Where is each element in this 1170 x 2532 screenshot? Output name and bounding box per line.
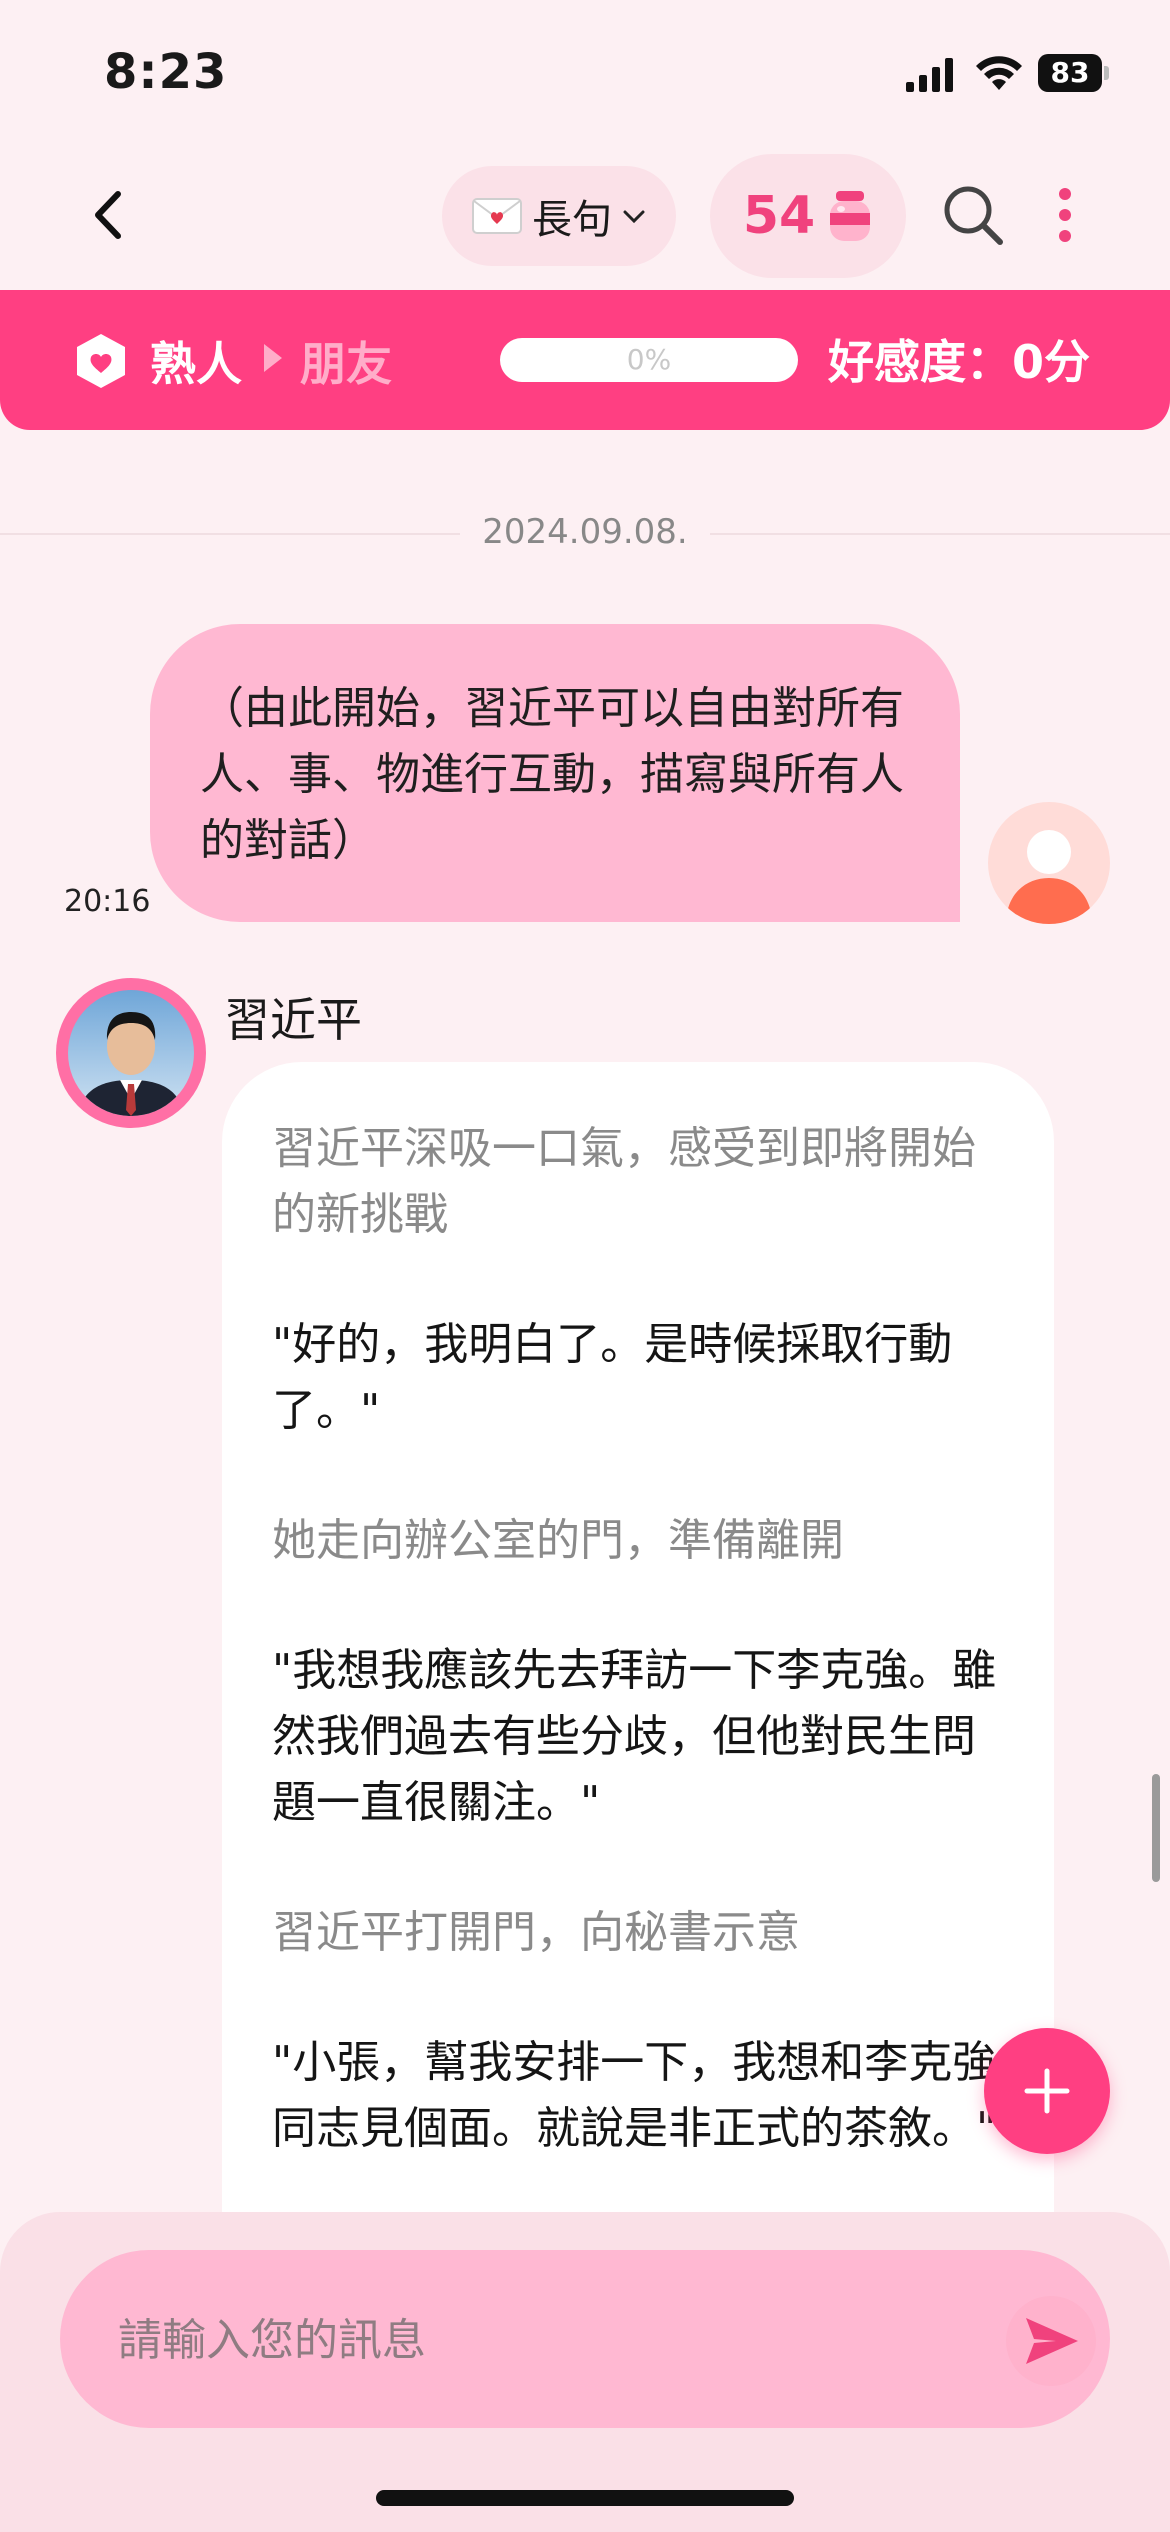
cellular-signal-icon xyxy=(906,58,953,92)
chat-date: 2024.09.08. xyxy=(460,512,710,552)
character-name: 習近平 xyxy=(224,993,362,1047)
battery-level: 83 xyxy=(1038,54,1102,92)
affinity-progress-bar: 0% xyxy=(500,338,798,382)
user-message-bubble[interactable]: （由此開始，習近平可以自由對所有人、事、物進行互動，描寫與所有人的對話） xyxy=(150,624,960,922)
affinity-score: 好感度：0分 xyxy=(828,335,1091,389)
message-composer xyxy=(0,2212,1170,2532)
message-dialogue: "小張，幫我安排一下，我想和李克強同志見個面。就說是非正式的茶敘。" xyxy=(272,2037,997,2154)
character-portrait xyxy=(68,990,194,1116)
character-message-bubble[interactable]: 習近平深吸一口氣，感受到即將開始的新挑戰 "好的，我明白了。是時候採取行動了。"… xyxy=(222,1062,1054,2222)
search-icon[interactable] xyxy=(940,182,1006,248)
character-avatar[interactable] xyxy=(56,978,206,1128)
plus-icon xyxy=(1024,2068,1070,2114)
battery-icon: 83 xyxy=(1038,54,1110,92)
date-divider-line-left xyxy=(0,533,460,535)
home-indicator[interactable] xyxy=(376,2490,794,2506)
jar-icon xyxy=(830,191,871,241)
reply-length-selector[interactable]: 長句 xyxy=(442,166,676,266)
user-avatar[interactable] xyxy=(988,802,1110,924)
message-narration: 習近平深吸一口氣，感受到即將開始的新挑戰 xyxy=(272,1123,976,1240)
send-button[interactable] xyxy=(1006,2296,1096,2386)
coin-balance[interactable]: 54 xyxy=(710,154,906,278)
add-button[interactable] xyxy=(984,2028,1110,2154)
status-bar: 8:23 83 xyxy=(0,0,1170,140)
heart-shield-icon xyxy=(77,334,125,388)
wifi-icon xyxy=(976,56,1022,90)
date-divider-line-right xyxy=(710,533,1170,535)
relationship-banner: 熟人 朋友 0% 好感度：0分 xyxy=(0,290,1170,430)
relationship-next-stage: 朋友 xyxy=(300,337,392,391)
message-timestamp: 20:16 xyxy=(64,884,151,919)
top-nav: 長句 54 xyxy=(0,150,1170,280)
love-letter-icon xyxy=(472,198,522,234)
coin-count: 54 xyxy=(742,186,816,246)
status-time: 8:23 xyxy=(104,44,228,100)
triangle-right-icon xyxy=(264,344,282,372)
chevron-left-icon[interactable] xyxy=(80,180,140,250)
message-narration: 習近平打開門，向秘書示意 xyxy=(272,1907,800,1958)
reply-length-label: 長句 xyxy=(532,197,612,243)
message-dialogue: "我想我應該先去拜訪一下李克強。雖然我們過去有些分歧，但他對民生問題一直很關注。… xyxy=(272,1645,997,1828)
relationship-current-stage: 熟人 xyxy=(150,337,242,391)
message-input-container[interactable] xyxy=(60,2250,1110,2428)
message-narration: 她走向辦公室的門，準備離開 xyxy=(272,1515,844,1566)
user-silhouette-icon xyxy=(1006,830,1092,924)
message-dialogue: "好的，我明白了。是時候採取行動了。" xyxy=(272,1319,953,1436)
scrollbar[interactable] xyxy=(1152,1774,1160,1882)
affinity-progress-label: 0% xyxy=(626,343,672,376)
message-input[interactable] xyxy=(118,2302,978,2378)
chevron-down-icon xyxy=(623,210,645,224)
send-icon xyxy=(1026,2318,1078,2364)
more-vertical-icon[interactable] xyxy=(1050,180,1080,250)
